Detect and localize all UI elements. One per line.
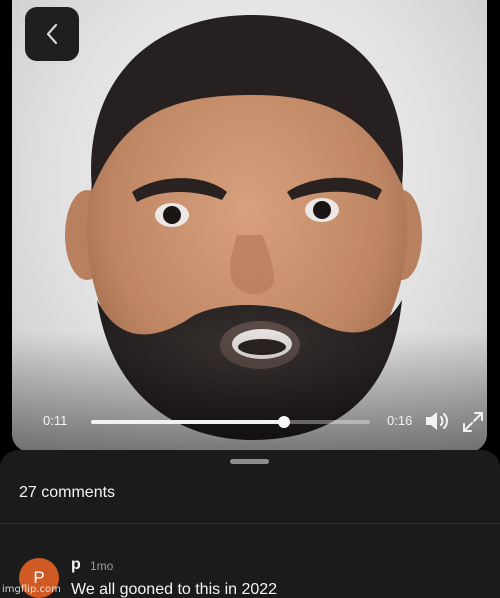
sheet-divider — [0, 523, 500, 524]
back-button[interactable] — [25, 7, 79, 61]
video-player[interactable]: 0:11 0:16 — [12, 0, 487, 452]
sheet-drag-handle[interactable] — [230, 459, 269, 464]
total-duration: 0:16 — [387, 413, 413, 428]
comment-item[interactable]: P p 1mo We all gooned to this in 2022 — [0, 554, 500, 598]
chevron-left-icon — [46, 23, 58, 45]
video-comments-screen: 0:11 0:16 27 comments P p 1mo We all goo… — [0, 0, 500, 598]
fullscreen-button[interactable] — [461, 410, 485, 434]
video-frame-image — [65, 15, 422, 440]
comments-count: 27 comments — [19, 484, 116, 501]
volume-button[interactable] — [424, 409, 450, 433]
seek-bar[interactable] — [91, 416, 370, 428]
seek-progress — [91, 420, 284, 424]
comment-timestamp: 1mo — [90, 559, 114, 573]
current-time: 0:11 — [43, 413, 68, 428]
comments-sheet: 27 comments P p 1mo We all gooned to thi… — [0, 450, 500, 598]
speaker-icon — [426, 412, 448, 430]
watermark: imgflip.com — [2, 584, 61, 595]
expand-icon — [463, 412, 483, 432]
seek-thumb[interactable] — [277, 416, 290, 428]
comment-author[interactable]: p — [71, 556, 81, 574]
comment-text: We all gooned to this in 2022 — [71, 581, 278, 598]
